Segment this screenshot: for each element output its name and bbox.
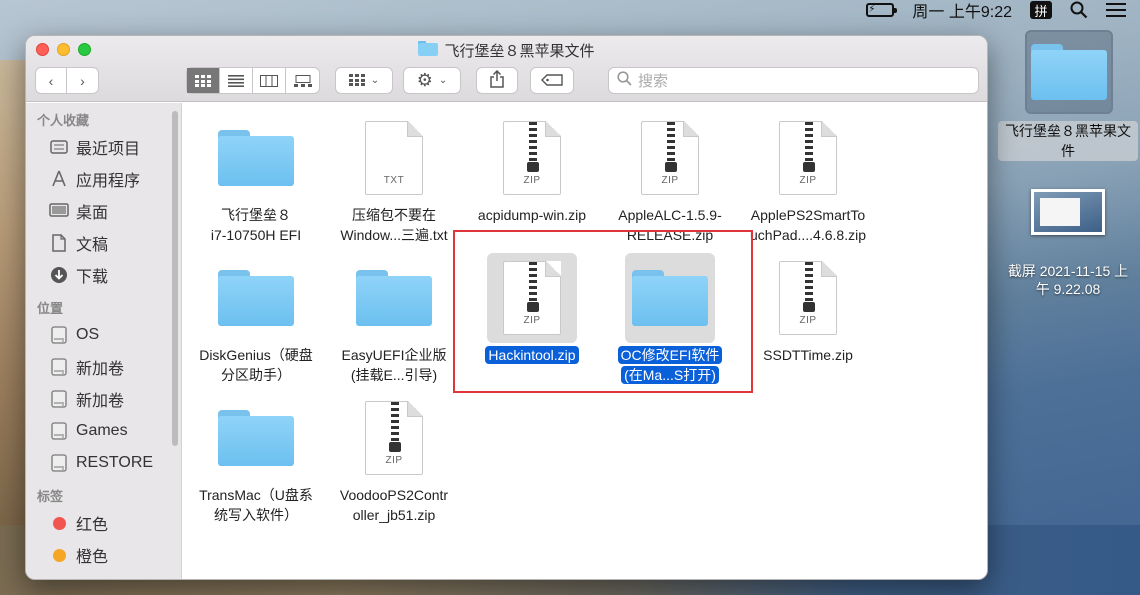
- zip-file-icon: ZIP: [763, 253, 853, 343]
- menu-bar: ⚡ 周一 上午9:22 拼: [0, 0, 1140, 22]
- file-item[interactable]: ZIP acpidump-win.zip: [464, 113, 600, 225]
- share-icon: [490, 69, 504, 91]
- file-label: 压缩包不要在 Window...三遍.txt: [340, 207, 448, 243]
- edit-tags-button[interactable]: [530, 67, 574, 94]
- folder-icon: [349, 253, 439, 343]
- group-grid-icon: [348, 73, 365, 89]
- sidebar-item-restore[interactable]: RESTORE: [26, 447, 181, 479]
- sidebar-item-tag-orange[interactable]: 橙色: [26, 539, 181, 571]
- chevron-left-icon: ‹: [48, 72, 54, 89]
- sidebar-item-games[interactable]: Games: [26, 415, 181, 447]
- forward-button[interactable]: ›: [67, 68, 98, 93]
- file-label: acpidump-win.zip: [477, 207, 587, 223]
- file-label: VoodooPS2Contr oller_jb51.zip: [339, 487, 449, 523]
- sidebar-header-locations: 位置: [37, 301, 64, 316]
- tag-dot-icon: [48, 545, 70, 565]
- window-title: 飞行堡垒８黑苹果文件: [26, 40, 987, 61]
- desktop-folder-label[interactable]: 飞行堡垒８黑苹果文件: [998, 121, 1138, 161]
- back-button[interactable]: ‹: [36, 68, 68, 93]
- file-item[interactable]: ZIP VoodooPS2Contr oller_jb51.zip: [326, 393, 462, 525]
- tag-icon: [541, 73, 563, 89]
- file-label: TransMac（U盘系 统写入软件）: [199, 487, 313, 523]
- zip-file-icon: ZIP: [487, 113, 577, 203]
- disk-icon: [48, 357, 70, 377]
- file-item[interactable]: DiskGenius（硬盘 分区助手）: [188, 253, 324, 385]
- desktop-screenshot-icon[interactable]: [1031, 189, 1105, 235]
- icon-view-button[interactable]: [187, 68, 220, 93]
- sidebar-item-volume-1[interactable]: 新加卷: [26, 351, 181, 383]
- download-icon: [48, 265, 70, 285]
- file-label: EasyUEFI企业版 (挂载E...引导): [341, 347, 447, 383]
- sidebar-item-applications[interactable]: 应用程序: [26, 163, 181, 195]
- file-label: ApplePS2SmartTo uchPad....4.6.8.zip: [750, 207, 866, 243]
- tag-dot-icon: [48, 513, 70, 533]
- folder-icon: [211, 253, 301, 343]
- file-item[interactable]: TransMac（U盘系 统写入软件）: [188, 393, 324, 525]
- spotlight-icon[interactable]: [1070, 1, 1088, 19]
- zip-file-icon: ZIP: [763, 113, 853, 203]
- sidebar-header-favorites: 个人收藏: [37, 113, 90, 128]
- apps-icon: [48, 169, 70, 189]
- search-icon: [617, 71, 632, 90]
- folder-icon: [211, 393, 301, 483]
- gallery-view-button[interactable]: [286, 68, 319, 93]
- input-method-icon[interactable]: 拼: [1030, 1, 1052, 19]
- file-item[interactable]: EasyUEFI企业版 (挂载E...引导): [326, 253, 462, 385]
- search-field[interactable]: 搜索: [608, 67, 979, 94]
- file-label: 飞行堡垒８ i7-10750H EFI: [210, 207, 302, 243]
- chevron-right-icon: ›: [80, 72, 85, 89]
- zip-file-icon: ZIP: [625, 113, 715, 203]
- sidebar-item-os[interactable]: OS: [26, 319, 181, 351]
- highlight-annotation-box: [453, 230, 753, 393]
- menubar-clock[interactable]: 周一 上午9:22: [912, 0, 1012, 22]
- chevron-down-icon: ⌄: [438, 75, 448, 86]
- folder-icon: [418, 41, 439, 60]
- file-label: SSDTTime.zip: [763, 347, 853, 363]
- file-label: DiskGenius（硬盘 分区助手）: [199, 347, 313, 383]
- nav-buttons: ‹ ›: [35, 67, 99, 94]
- sidebar-item-documents[interactable]: 文稿: [26, 227, 181, 259]
- text-file-icon: TXT: [349, 113, 439, 203]
- disk-icon: [48, 325, 70, 345]
- disk-icon: [48, 389, 70, 409]
- sidebar-scrollbar[interactable]: [172, 111, 178, 446]
- view-mode-control: [186, 67, 320, 94]
- sidebar-item-tag-red[interactable]: 红色: [26, 507, 181, 539]
- group-button[interactable]: ⌄: [335, 67, 393, 94]
- battery-icon[interactable]: ⚡: [866, 3, 898, 17]
- toolbar: 飞行堡垒８黑苹果文件 ‹ › ⌄ ⚙ ⌄ 搜索: [26, 36, 987, 102]
- gear-icon: ⚙: [416, 70, 433, 90]
- desktop-screenshot-label[interactable]: 截屏 2021-11-15 上 午 9.22.08: [996, 262, 1140, 298]
- disk-icon: [48, 453, 70, 473]
- sidebar-item-recents[interactable]: 最近项目: [26, 131, 181, 163]
- desktop-icon: [48, 201, 70, 221]
- sidebar-item-downloads[interactable]: 下载: [26, 259, 181, 291]
- folder-icon: [211, 113, 301, 203]
- control-center-icon[interactable]: [1106, 2, 1126, 18]
- desktop-folder-icon[interactable]: [1025, 30, 1113, 114]
- clock-icon: [48, 137, 70, 157]
- file-item[interactable]: 飞行堡垒８ i7-10750H EFI: [188, 113, 324, 245]
- sidebar-item-volume-2[interactable]: 新加卷: [26, 383, 181, 415]
- sidebar: 个人收藏 最近项目 应用程序 桌面 文稿 下载 位置 OS 新加卷 新加卷 Ga…: [26, 103, 182, 579]
- file-item[interactable]: ZIP ApplePS2SmartTo uchPad....4.6.8.zip: [740, 113, 876, 245]
- sidebar-item-desktop[interactable]: 桌面: [26, 195, 181, 227]
- list-view-button[interactable]: [220, 68, 253, 93]
- file-item[interactable]: ZIP SSDTTime.zip: [740, 253, 876, 365]
- share-button[interactable]: [476, 67, 518, 94]
- search-placeholder: 搜索: [638, 73, 669, 90]
- zip-file-icon: ZIP: [349, 393, 439, 483]
- document-icon: [48, 233, 70, 253]
- disk-icon: [48, 421, 70, 441]
- sidebar-header-tags: 标签: [37, 489, 64, 504]
- file-item[interactable]: TXT 压缩包不要在 Window...三遍.txt: [326, 113, 462, 245]
- column-view-button[interactable]: [253, 68, 286, 93]
- action-button[interactable]: ⚙ ⌄: [403, 67, 461, 94]
- chevron-down-icon: ⌄: [370, 75, 380, 86]
- file-item[interactable]: ZIP AppleALC-1.5.9- RELEASE.zip: [602, 113, 738, 245]
